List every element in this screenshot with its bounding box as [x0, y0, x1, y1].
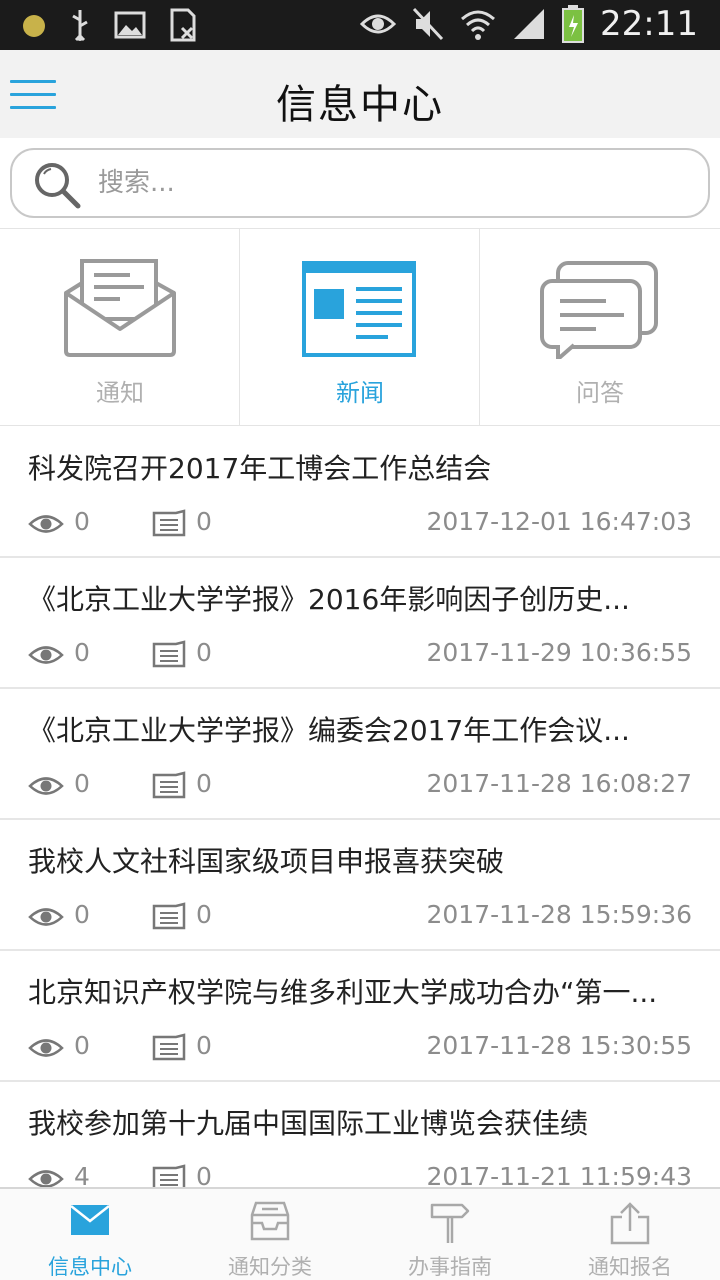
search-icon: [35, 163, 81, 209]
view-count-icon: [28, 515, 64, 533]
news-meta: 0 0 2017-11-28 15:59:36: [28, 900, 692, 934]
view-count: 0: [74, 638, 90, 667]
view-count: 0: [74, 507, 90, 536]
comment-count-icon: [152, 640, 186, 668]
comment-count-icon: [152, 509, 186, 537]
view-count-icon: [28, 908, 64, 926]
envelope-icon: [64, 259, 176, 357]
nav-notice-signup-label: 通知报名: [588, 1255, 672, 1279]
news-date: 2017-11-29 10:36:55: [426, 638, 692, 667]
tab-qa[interactable]: 问答: [480, 229, 720, 425]
search-bar[interactable]: [10, 148, 710, 218]
news-date: 2017-11-21 11:59:43: [426, 1162, 692, 1187]
comment-count-icon: [152, 771, 186, 799]
news-meta: 0 0 2017-12-01 16:47:03: [28, 507, 692, 541]
news-list: 科发院召开2017年工博会工作总结会 0 0 2017-12-01 16:47:…: [0, 427, 720, 1187]
list-item[interactable]: 我校参加第十九届中国国际工业博览会获佳绩 4 0 2017-11-21 11:5…: [0, 1082, 720, 1187]
signpost-icon: [430, 1203, 470, 1243]
nav-notice-category-label: 通知分类: [228, 1255, 312, 1279]
nav-info-center-label: 信息中心: [48, 1255, 132, 1279]
mute-icon: [412, 7, 444, 41]
list-item[interactable]: 北京知识产权学院与维多利亚大学成功合办“第一... 0 0 2017-11-28…: [0, 951, 720, 1082]
nav-notice-signup[interactable]: 通知报名: [540, 1189, 720, 1280]
news-date: 2017-11-28 15:30:55: [426, 1031, 692, 1060]
news-date: 2017-11-28 16:08:27: [426, 769, 692, 798]
news-title: 我校人文社科国家级项目申报喜获突破: [28, 845, 505, 878]
usb-icon: [72, 10, 88, 42]
category-tabs: 通知 新闻 问答: [0, 228, 720, 426]
list-item[interactable]: 科发院召开2017年工博会工作总结会 0 0 2017-12-01 16:47:…: [0, 427, 720, 558]
mail-icon: [70, 1205, 110, 1235]
image-icon: [114, 11, 146, 39]
battery-icon: [562, 5, 585, 43]
news-title: 《北京工业大学学报》编委会2017年工作会议...: [28, 714, 630, 747]
view-count: 0: [74, 769, 90, 798]
view-count-icon: [28, 646, 64, 664]
nav-service-guide[interactable]: 办事指南: [360, 1189, 540, 1280]
tab-notice[interactable]: 通知: [0, 229, 240, 425]
view-count-icon: [28, 1039, 64, 1057]
eye-icon: [360, 14, 397, 34]
search-input[interactable]: [98, 162, 678, 204]
comment-count: 0: [196, 769, 212, 798]
list-item[interactable]: 《北京工业大学学报》2016年影响因子创历史... 0 0 2017-11-29…: [0, 558, 720, 689]
newspaper-icon: [302, 261, 416, 357]
page-title: 信息中心: [276, 82, 444, 128]
news-date: 2017-12-01 16:47:03: [426, 507, 692, 536]
comment-count-icon: [152, 902, 186, 930]
list-item[interactable]: 我校人文社科国家级项目申报喜获突破 0 0 2017-11-28 15:59:3…: [0, 820, 720, 951]
news-title: 科发院召开2017年工博会工作总结会: [28, 452, 492, 485]
comment-count: 0: [196, 1162, 212, 1187]
nav-notice-category[interactable]: 通知分类: [180, 1189, 360, 1280]
news-title: 北京知识产权学院与维多利亚大学成功合办“第一...: [28, 976, 658, 1009]
notification-dot-icon: [23, 15, 45, 37]
list-item[interactable]: 《北京工业大学学报》编委会2017年工作会议... 0 0 2017-11-28…: [0, 689, 720, 820]
nav-info-center[interactable]: 信息中心: [0, 1189, 180, 1280]
news-meta: 0 0 2017-11-28 15:30:55: [28, 1031, 692, 1065]
news-title: 我校参加第十九届中国国际工业博览会获佳绩: [28, 1107, 589, 1140]
news-meta: 4 0 2017-11-21 11:59:43: [28, 1162, 692, 1187]
news-meta: 0 0 2017-11-29 10:36:55: [28, 638, 692, 672]
view-count-icon: [28, 777, 64, 795]
view-count-icon: [28, 1170, 64, 1187]
sim-icon: [170, 8, 196, 42]
tab-news[interactable]: 新闻: [240, 229, 480, 425]
comment-count: 0: [196, 507, 212, 536]
news-date: 2017-11-28 15:59:36: [426, 900, 692, 929]
app-header: 信息中心: [0, 50, 720, 138]
status-bar-right: 22:11: [360, 4, 698, 44]
status-bar: 22:11: [0, 0, 720, 50]
share-upload-icon: [610, 1202, 650, 1245]
nav-service-guide-label: 办事指南: [408, 1255, 492, 1279]
comment-count: 0: [196, 900, 212, 929]
tab-news-label: 新闻: [336, 379, 384, 407]
bottom-nav: 信息中心 通知分类 办事指南 通知报名: [0, 1187, 720, 1280]
status-bar-time: 22:11: [600, 4, 698, 44]
view-count: 0: [74, 900, 90, 929]
comment-count: 0: [196, 1031, 212, 1060]
comment-count-icon: [152, 1033, 186, 1061]
comment-count: 0: [196, 638, 212, 667]
chat-bubbles-icon: [540, 261, 658, 359]
wifi-icon: [461, 10, 496, 40]
status-bar-left: [22, 8, 198, 42]
tab-qa-label: 问答: [576, 379, 624, 407]
news-title: 《北京工业大学学报》2016年影响因子创历史...: [28, 583, 630, 616]
view-count: 0: [74, 1031, 90, 1060]
tab-notice-label: 通知: [96, 379, 144, 407]
inbox-tray-icon: [250, 1201, 290, 1241]
news-meta: 0 0 2017-11-28 16:08:27: [28, 769, 692, 803]
comment-count-icon: [152, 1164, 186, 1187]
signal-icon: [514, 9, 545, 39]
view-count: 4: [74, 1162, 90, 1187]
